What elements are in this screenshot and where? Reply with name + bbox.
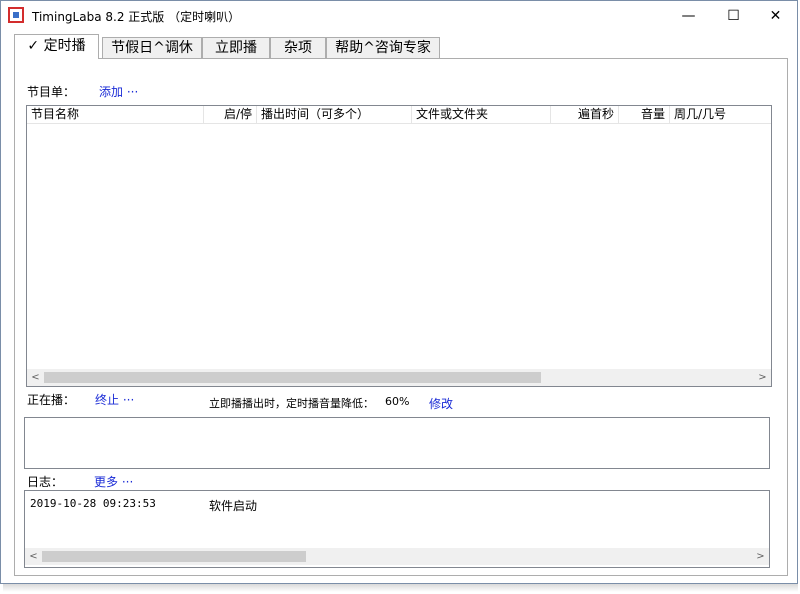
column-header-name[interactable]: 节目名称 [27, 106, 204, 123]
column-header-time[interactable]: 播出时间（可多个） [257, 106, 412, 123]
tab-help[interactable]: 帮助^咨询专家 [326, 37, 440, 58]
log-scroll-thumb[interactable] [42, 551, 306, 562]
program-list-label: 节目单： [27, 85, 76, 99]
log-box[interactable]: 2019-10-28 09:23:53 软件启动 < > [24, 490, 770, 568]
log-scroll-right-arrow[interactable]: > [752, 548, 769, 565]
close-button[interactable]: ✕ [753, 1, 798, 31]
add-program-link[interactable]: 添加 ··· [99, 83, 138, 100]
volume-reduce-percent: 60% [385, 395, 410, 408]
column-header-enabled[interactable]: 启/停 [204, 106, 257, 123]
column-header-file[interactable]: 文件或文件夹 [412, 106, 551, 123]
modify-link[interactable]: 修改 [429, 395, 453, 412]
minimize-button[interactable]: — [666, 1, 711, 31]
tab-play-now[interactable]: 立即播 [202, 37, 270, 58]
tab-timed-play[interactable]: ✓ 定时播 [14, 34, 99, 59]
stop-link[interactable]: 终止 ··· [95, 391, 134, 408]
window-title: TimingLaba 8.2 正式版 （定时喇叭） [32, 10, 241, 24]
window-shadow [3, 584, 798, 592]
log-entry-time: 2019-10-28 09:23:53 [30, 497, 156, 510]
log-hscrollbar[interactable]: < > [25, 548, 769, 565]
scroll-left-arrow[interactable]: < [27, 369, 44, 386]
log-label: 日志： [27, 475, 64, 489]
column-header-weekday[interactable]: 周几/几号 [670, 106, 771, 123]
volume-reduce-note: 立即播播出时，定时播音量降低： [209, 397, 374, 410]
program-list-hscrollbar[interactable]: < > [27, 369, 771, 386]
column-header-volume[interactable]: 音量 [619, 106, 670, 123]
log-entry-message: 软件启动 [209, 499, 258, 513]
column-header-first-seconds[interactable]: 遍首秒 [551, 106, 619, 123]
now-playing-box [24, 417, 770, 469]
program-list[interactable]: 节目名称 启/停 播出时间（可多个） 文件或文件夹 遍首秒 音量 周几/几号 <… [26, 105, 772, 387]
title-bar[interactable]: TimingLaba 8.2 正式版 （定时喇叭） — ☐ ✕ [1, 1, 797, 31]
maximize-button[interactable]: ☐ [711, 1, 756, 31]
now-playing-label: 正在播： [27, 393, 76, 407]
app-icon [8, 7, 24, 23]
log-scroll-left-arrow[interactable]: < [25, 548, 42, 565]
tab-misc[interactable]: 杂项 [270, 37, 326, 58]
tab-holidays[interactable]: 节假日^调休 [102, 37, 202, 58]
main-window: TimingLaba 8.2 正式版 （定时喇叭） — ☐ ✕ ✓ 定时播 节假… [0, 0, 798, 584]
scroll-thumb[interactable] [44, 372, 541, 383]
program-list-header: 节目名称 启/停 播出时间（可多个） 文件或文件夹 遍首秒 音量 周几/几号 [27, 106, 771, 124]
more-log-link[interactable]: 更多 ··· [94, 473, 133, 490]
scroll-right-arrow[interactable]: > [754, 369, 771, 386]
